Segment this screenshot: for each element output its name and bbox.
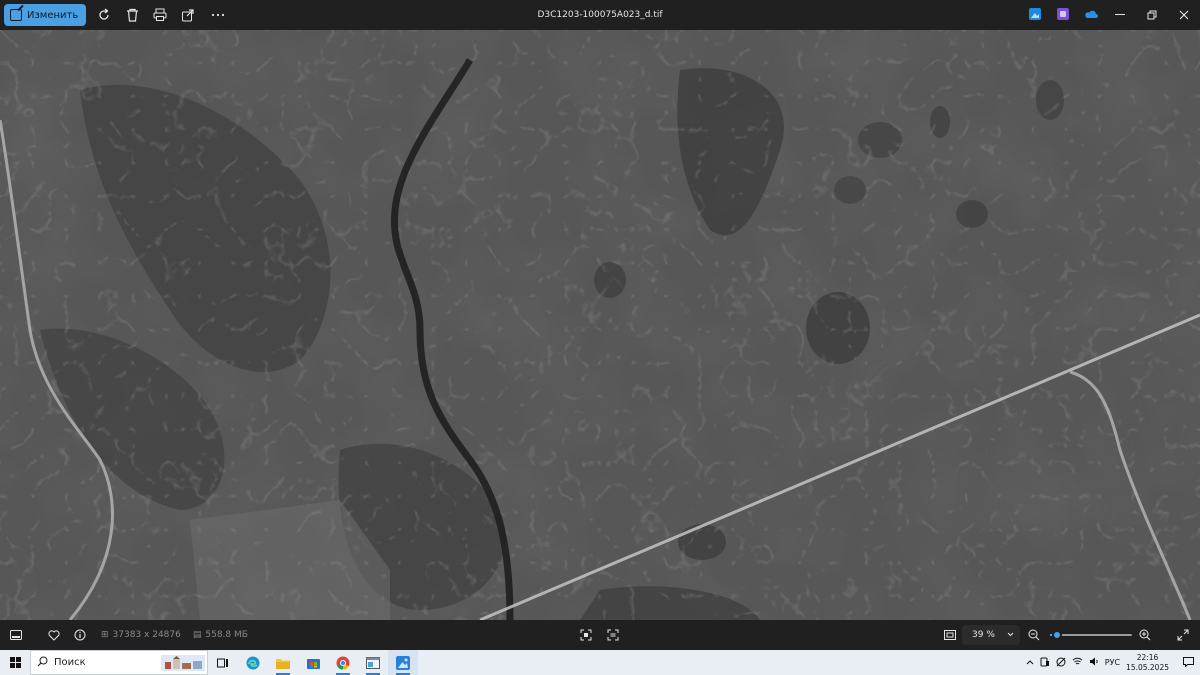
zoom-out-icon[interactable] (1021, 622, 1047, 648)
favorite-icon[interactable] (41, 622, 67, 648)
search-highlight-icon (161, 655, 205, 671)
print-icon[interactable] (146, 1, 174, 29)
edge-icon[interactable] (238, 650, 268, 675)
bottom-toolbar: ⊞ 37383 x 24876 ▤ 558.8 МБ 39 % (0, 620, 1200, 650)
rotate-icon[interactable] (90, 1, 118, 29)
search-icon (37, 656, 48, 670)
edit-icon (10, 9, 22, 21)
devices-icon[interactable] (1040, 657, 1050, 669)
share-icon[interactable] (174, 1, 202, 29)
image-info: ⊞ 37383 x 24876 ▤ 558.8 МБ (101, 630, 248, 640)
clock-time: 22:16 (1136, 652, 1159, 662)
chevron-down-icon (1007, 630, 1014, 640)
fullscreen-icon[interactable] (1170, 622, 1196, 648)
more-icon[interactable] (204, 1, 232, 29)
crop-select-icon[interactable] (573, 622, 599, 648)
chevron-up-icon[interactable] (1026, 658, 1034, 667)
filesize-icon: ▤ (192, 630, 202, 640)
image-viewport[interactable] (0, 30, 1200, 620)
task-view-icon[interactable] (208, 650, 238, 675)
notifications-icon[interactable] (1183, 656, 1194, 669)
language-indicator[interactable]: РУС (1105, 658, 1120, 667)
zoom-value: 39 % (972, 630, 995, 640)
title-bar: Изменить D3C1203-100075A023_d.tif (0, 0, 1200, 30)
windows-start-icon[interactable] (0, 650, 30, 675)
filmstrip-icon[interactable] (3, 622, 29, 648)
search-placeholder: Поиск (54, 657, 86, 668)
chrome-icon[interactable] (328, 650, 358, 675)
zoom-in-icon[interactable] (1132, 622, 1158, 648)
satellite-image (0, 30, 1200, 620)
zoom-dropdown[interactable]: 39 % (962, 625, 1020, 645)
minimize-icon[interactable] (1104, 0, 1136, 30)
zoom-slider[interactable] (1050, 630, 1132, 640)
store-icon[interactable] (298, 650, 328, 675)
image-dimensions: 37383 x 24876 (112, 630, 181, 640)
edit-button[interactable]: Изменить (4, 4, 87, 26)
dimensions-icon: ⊞ (101, 630, 109, 640)
photos-icon[interactable] (388, 650, 418, 675)
onedrive-icon[interactable] (1082, 5, 1100, 23)
fit-to-window-icon[interactable] (937, 622, 963, 648)
edit-button-label: Изменить (27, 9, 79, 21)
close-icon[interactable] (1168, 0, 1200, 30)
restore-icon[interactable] (1136, 0, 1168, 30)
clock-date: 15.05.2025 (1126, 662, 1169, 672)
system-tray: РУС 22:16 15.05.2025 (1026, 650, 1200, 675)
clock[interactable]: 22:16 15.05.2025 (1126, 653, 1169, 673)
clipchamp-icon[interactable] (1054, 5, 1072, 23)
delete-icon[interactable] (118, 1, 146, 29)
image-filesize: 558.8 МБ (205, 630, 248, 640)
photos-editor-icon[interactable] (1026, 5, 1044, 23)
zoom-slider-thumb[interactable] (1051, 630, 1062, 640)
volume-icon[interactable] (1089, 657, 1099, 668)
info-icon[interactable] (67, 622, 93, 648)
file-explorer-icon[interactable] (268, 650, 298, 675)
wifi-icon[interactable] (1072, 657, 1083, 668)
text-recognition-icon[interactable] (600, 622, 626, 648)
network-icon[interactable] (1056, 657, 1066, 669)
taskbar-search[interactable]: Поиск (30, 650, 208, 675)
window-app-icon[interactable] (358, 650, 388, 675)
taskbar: Поиск РУС 22:16 15.05.2025 (0, 650, 1200, 675)
